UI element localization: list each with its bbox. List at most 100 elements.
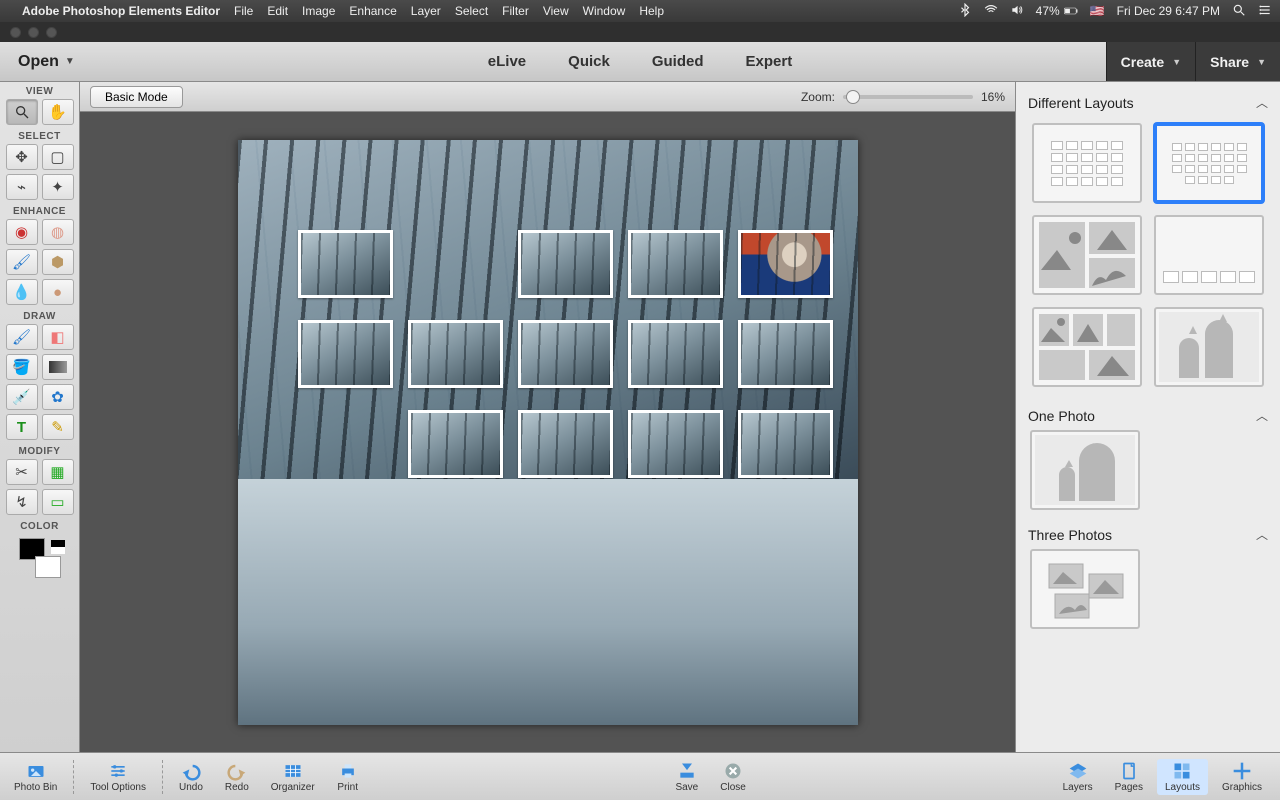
move-tool[interactable]: ✥	[6, 144, 38, 170]
paint-bucket-tool[interactable]: 🪣	[6, 354, 38, 380]
tab-elive[interactable]: eLive	[486, 45, 528, 78]
volume-icon[interactable]	[1010, 3, 1024, 20]
shape-tool[interactable]: ✿	[42, 384, 74, 410]
menu-enhance[interactable]: Enhance	[349, 4, 396, 18]
photo-collage-canvas[interactable]	[238, 140, 858, 725]
pages-button[interactable]: Pages	[1107, 759, 1151, 795]
gradient-tool[interactable]	[42, 354, 74, 380]
collage-photo[interactable]	[738, 320, 833, 388]
undo-button[interactable]: Undo	[171, 759, 211, 795]
redo-button[interactable]: Redo	[217, 759, 257, 795]
menu-extras-icon[interactable]	[1258, 3, 1272, 20]
menu-select[interactable]: Select	[455, 4, 488, 18]
collage-photo[interactable]	[408, 320, 503, 388]
collage-photo[interactable]	[298, 230, 393, 298]
crop-tool[interactable]: ✂	[6, 459, 38, 485]
menu-window[interactable]: Window	[583, 4, 626, 18]
blur-tool[interactable]: 💧	[6, 279, 38, 305]
layout-tile-three-1[interactable]	[1030, 549, 1140, 629]
menu-image[interactable]: Image	[302, 4, 335, 18]
swap-colors-icon[interactable]	[51, 540, 65, 554]
layout-tile-6[interactable]	[1154, 307, 1264, 387]
straighten-tool[interactable]: ▭	[42, 489, 74, 515]
collage-photo[interactable]	[518, 410, 613, 478]
collage-photo[interactable]	[738, 590, 833, 658]
basic-mode-button[interactable]: Basic Mode	[90, 86, 183, 108]
background-color[interactable]	[35, 556, 61, 578]
organizer-button[interactable]: Organizer	[263, 759, 323, 795]
collage-photo[interactable]	[518, 230, 613, 298]
collage-photo[interactable]	[408, 410, 503, 478]
collage-photo[interactable]	[628, 590, 723, 658]
open-menu-button[interactable]: Open ▼	[10, 49, 83, 75]
battery-status[interactable]: 47%	[1036, 4, 1078, 18]
create-button[interactable]: Create▼	[1106, 42, 1196, 81]
zoom-slider[interactable]	[843, 95, 973, 99]
layout-tile-1[interactable]	[1032, 123, 1142, 203]
zoom-tool[interactable]	[6, 99, 38, 125]
eyedropper-tool[interactable]: 💉	[6, 384, 38, 410]
collage-photo[interactable]	[408, 590, 503, 658]
spotlight-icon[interactable]	[1232, 3, 1246, 20]
share-button[interactable]: Share▼	[1195, 42, 1280, 81]
menu-help[interactable]: Help	[639, 4, 664, 18]
collage-photo[interactable]	[738, 410, 833, 478]
redeye-tool[interactable]: ◉	[6, 219, 38, 245]
eraser-tool[interactable]: ◧	[42, 324, 74, 350]
section-three-photos[interactable]: Three Photos ︿	[1024, 520, 1272, 549]
close-button[interactable]: Close	[712, 759, 754, 795]
collage-photo[interactable]	[628, 500, 723, 568]
lasso-tool[interactable]: ⌁	[6, 174, 38, 200]
collage-photo[interactable]	[628, 320, 723, 388]
menu-layer[interactable]: Layer	[411, 4, 441, 18]
photo-bin-button[interactable]: Photo Bin	[6, 759, 65, 795]
traffic-min[interactable]	[28, 27, 39, 38]
clone-stamp-tool[interactable]: ⬢	[42, 249, 74, 275]
print-button[interactable]: Print	[329, 759, 367, 795]
tab-guided[interactable]: Guided	[650, 45, 706, 78]
smart-brush-tool[interactable]: 🖌	[6, 249, 38, 275]
layout-tile-3[interactable]	[1032, 215, 1142, 295]
zoom-slider-handle[interactable]	[846, 90, 860, 104]
tab-quick[interactable]: Quick	[566, 45, 612, 78]
traffic-zoom[interactable]	[46, 27, 57, 38]
menu-file[interactable]: File	[234, 4, 253, 18]
content-aware-tool[interactable]: ↯	[6, 489, 38, 515]
save-button[interactable]: Save	[667, 759, 706, 795]
marquee-tool[interactable]: ▢	[42, 144, 74, 170]
collage-photo[interactable]	[628, 410, 723, 478]
recompose-tool[interactable]: ▦	[42, 459, 74, 485]
collage-photo[interactable]	[628, 230, 723, 298]
collage-photo[interactable]	[518, 590, 613, 658]
tab-expert[interactable]: Expert	[744, 45, 795, 78]
tool-options-button[interactable]: Tool Options	[82, 759, 154, 795]
menu-view[interactable]: View	[543, 4, 569, 18]
bluetooth-icon[interactable]	[958, 3, 972, 20]
collage-photo[interactable]	[408, 500, 503, 568]
collage-photo[interactable]	[298, 500, 393, 568]
type-tool[interactable]: T	[6, 414, 38, 440]
pencil-tool[interactable]: ✎	[42, 414, 74, 440]
layout-tile-2[interactable]: 19 Photos	[1154, 123, 1264, 203]
collage-photo[interactable]	[738, 230, 833, 298]
menubar-clock[interactable]: Fri Dec 29 6:47 PM	[1117, 4, 1220, 18]
quick-select-tool[interactable]: ✦	[42, 174, 74, 200]
sponge-tool[interactable]: ●	[42, 279, 74, 305]
traffic-close[interactable]	[10, 27, 21, 38]
menu-filter[interactable]: Filter	[502, 4, 529, 18]
layout-tile-4[interactable]	[1154, 215, 1264, 295]
layouts-button[interactable]: Layouts	[1157, 759, 1208, 795]
wifi-icon[interactable]	[984, 3, 998, 20]
layers-button[interactable]: Layers	[1055, 759, 1101, 795]
collage-photo[interactable]	[298, 320, 393, 388]
color-swatches[interactable]	[15, 538, 65, 578]
brush-tool[interactable]: 🖌	[6, 324, 38, 350]
collage-photo[interactable]	[518, 320, 613, 388]
section-different-layouts[interactable]: Different Layouts ︿	[1024, 88, 1272, 117]
graphics-button[interactable]: Graphics	[1214, 759, 1270, 795]
input-flag-icon[interactable]: 🇺🇸	[1090, 4, 1105, 18]
menu-edit[interactable]: Edit	[267, 4, 288, 18]
spot-heal-tool[interactable]: ◍	[42, 219, 74, 245]
layout-tile-one-1[interactable]	[1030, 430, 1140, 510]
section-one-photo[interactable]: One Photo ︿	[1024, 401, 1272, 430]
